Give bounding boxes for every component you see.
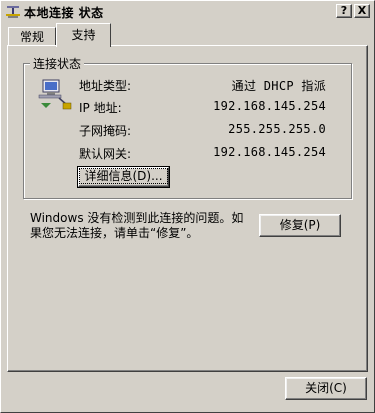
- details-button[interactable]: 详细信息(D)...: [77, 166, 170, 188]
- network-connection-icon: [6, 6, 20, 18]
- address-type-label: 地址类型:: [79, 79, 132, 93]
- default-gateway-label: 默认网关:: [79, 147, 132, 161]
- diagnosis-message: Windows 没有检测到此连接的问题。如果您无法连接，请单击“修复”。: [30, 211, 244, 240]
- ip-address-value: 192.168.145.254: [213, 99, 326, 113]
- details-button-label: 详细信息(D)...: [79, 168, 168, 184]
- default-gateway-value: 192.168.145.254: [213, 145, 326, 159]
- close-window-button[interactable]: X: [354, 4, 370, 18]
- subnet-mask-label: 子网掩码:: [79, 124, 132, 138]
- address-type-value: 通过 DHCP 指派: [231, 79, 326, 93]
- subnet-mask-value: 255.255.255.0: [228, 122, 326, 136]
- title-bar: 本地连接 状态 ? X: [3, 3, 372, 21]
- tab-support[interactable]: 支持: [56, 23, 111, 47]
- status-dialog: 本地连接 状态 ? X 常规 支持 连接状态 地址类型: 通过 DHCP 指派 …: [0, 0, 375, 413]
- ip-address-label: IP 地址:: [79, 101, 122, 115]
- help-button[interactable]: ?: [336, 4, 352, 18]
- network-computer-icon: [38, 79, 72, 110]
- close-button[interactable]: 关闭(C): [285, 377, 367, 400]
- tab-general[interactable]: 常规: [8, 27, 56, 47]
- repair-button[interactable]: 修复(P): [259, 214, 341, 237]
- window-title: 本地连接 状态: [24, 5, 104, 20]
- group-label: 连接状态: [30, 55, 85, 72]
